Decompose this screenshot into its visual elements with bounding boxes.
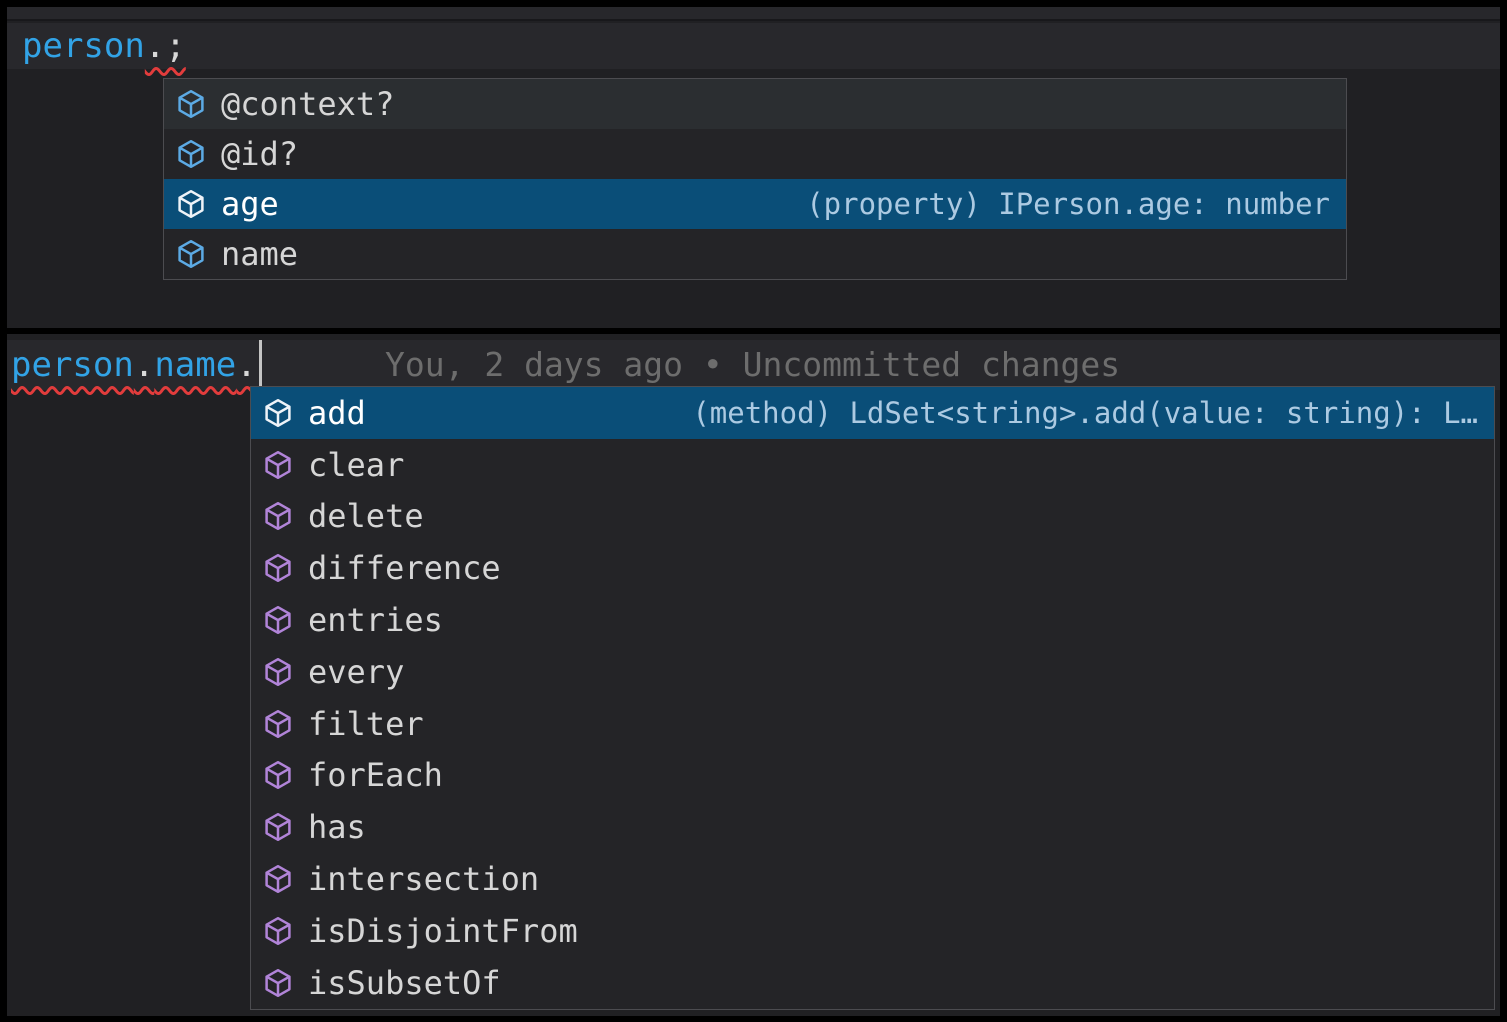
editor-top-strip [7,7,1500,21]
suggest-item-add-selected[interactable]: add (method) LdSet<string>.add(value: st… [251,387,1494,439]
suggest-item-context[interactable]: @context? [164,79,1346,129]
suggest-item-label: has [308,808,366,846]
suggest-item-label: age [221,185,279,223]
symbol-method-icon [261,810,295,844]
symbol-method-icon [261,655,295,689]
suggest-item-issubsetof[interactable]: isSubsetOf [251,957,1494,1009]
symbol-method-icon [261,914,295,948]
suggest-item-label: @context? [221,85,394,123]
vscode-editor-screenshot: person.; @context? @id? age (property) I… [0,0,1507,1022]
suggest-item-every[interactable]: every [251,646,1494,698]
symbol-field-icon [174,87,208,121]
suggest-item-label: every [308,653,404,691]
git-blame-annotation: You, 2 days ago • Uncommitted changes [385,343,1120,387]
suggest-item-foreach[interactable]: forEach [251,750,1494,802]
suggest-widget-bottom: add (method) LdSet<string>.add(value: st… [250,386,1495,1010]
symbol-method-icon [261,499,295,533]
dot-token: . [134,345,154,385]
suggest-item-difference[interactable]: difference [251,542,1494,594]
suggest-item-label: add [308,394,366,432]
suggest-item-label: difference [308,549,501,587]
symbol-method-icon [261,862,295,896]
text-cursor [259,340,262,389]
suggest-item-label: entries [308,601,443,639]
suggest-item-label: delete [308,497,424,535]
suggest-item-clear[interactable]: clear [251,439,1494,491]
suggest-item-label: isSubsetOf [308,964,501,1002]
suggest-item-filter[interactable]: filter [251,698,1494,750]
symbol-method-icon [261,758,295,792]
code-line-person-semicolon[interactable]: person.; [22,24,186,68]
code-line-person-name[interactable]: person.name. [11,343,257,387]
editor-pane-bottom[interactable]: person.name. You, 2 days ago • Uncommitt… [7,334,1500,1016]
suggest-item-delete[interactable]: delete [251,491,1494,543]
suggest-item-isdisjointfrom[interactable]: isDisjointFrom [251,905,1494,957]
suggest-item-label: name [221,235,298,273]
symbol-method-icon [261,396,295,430]
suggest-widget-top: @context? @id? age (property) IPerson.ag… [163,78,1347,280]
symbol-method-icon [261,966,295,1000]
suggest-item-label: isDisjointFrom [308,912,578,950]
object-identifier: person [11,345,134,385]
editor-pane-top[interactable]: person.; @context? @id? age (property) I… [7,7,1500,328]
symbol-method-icon [261,551,295,585]
suggest-item-entries[interactable]: entries [251,594,1494,646]
property-identifier: name [154,345,236,385]
symbol-field-icon [174,237,208,271]
suggest-item-has[interactable]: has [251,801,1494,853]
suggest-item-id[interactable]: @id? [164,129,1346,179]
symbol-field-icon [174,137,208,171]
suggest-item-label: forEach [308,756,443,794]
current-line-highlight [7,23,1500,69]
dot-token: . [236,345,256,385]
suggest-item-label: filter [308,705,424,743]
symbol-method-icon [261,707,295,741]
suggest-item-detail: (property) IPerson.age: number [806,187,1330,221]
suggest-item-intersection[interactable]: intersection [251,853,1494,905]
symbol-field-icon [174,187,208,221]
symbol-method-icon [261,603,295,637]
error-token: .; [145,26,186,66]
suggest-item-age-selected[interactable]: age (property) IPerson.age: number [164,179,1346,229]
suggest-item-label: clear [308,446,404,484]
symbol-method-icon [261,448,295,482]
suggest-item-name[interactable]: name [164,229,1346,279]
suggest-item-detail: (method) LdSet<string>.add(value: string… [692,396,1478,430]
object-identifier: person [22,26,145,66]
suggest-item-label: @id? [221,135,298,173]
suggest-item-label: intersection [308,860,539,898]
